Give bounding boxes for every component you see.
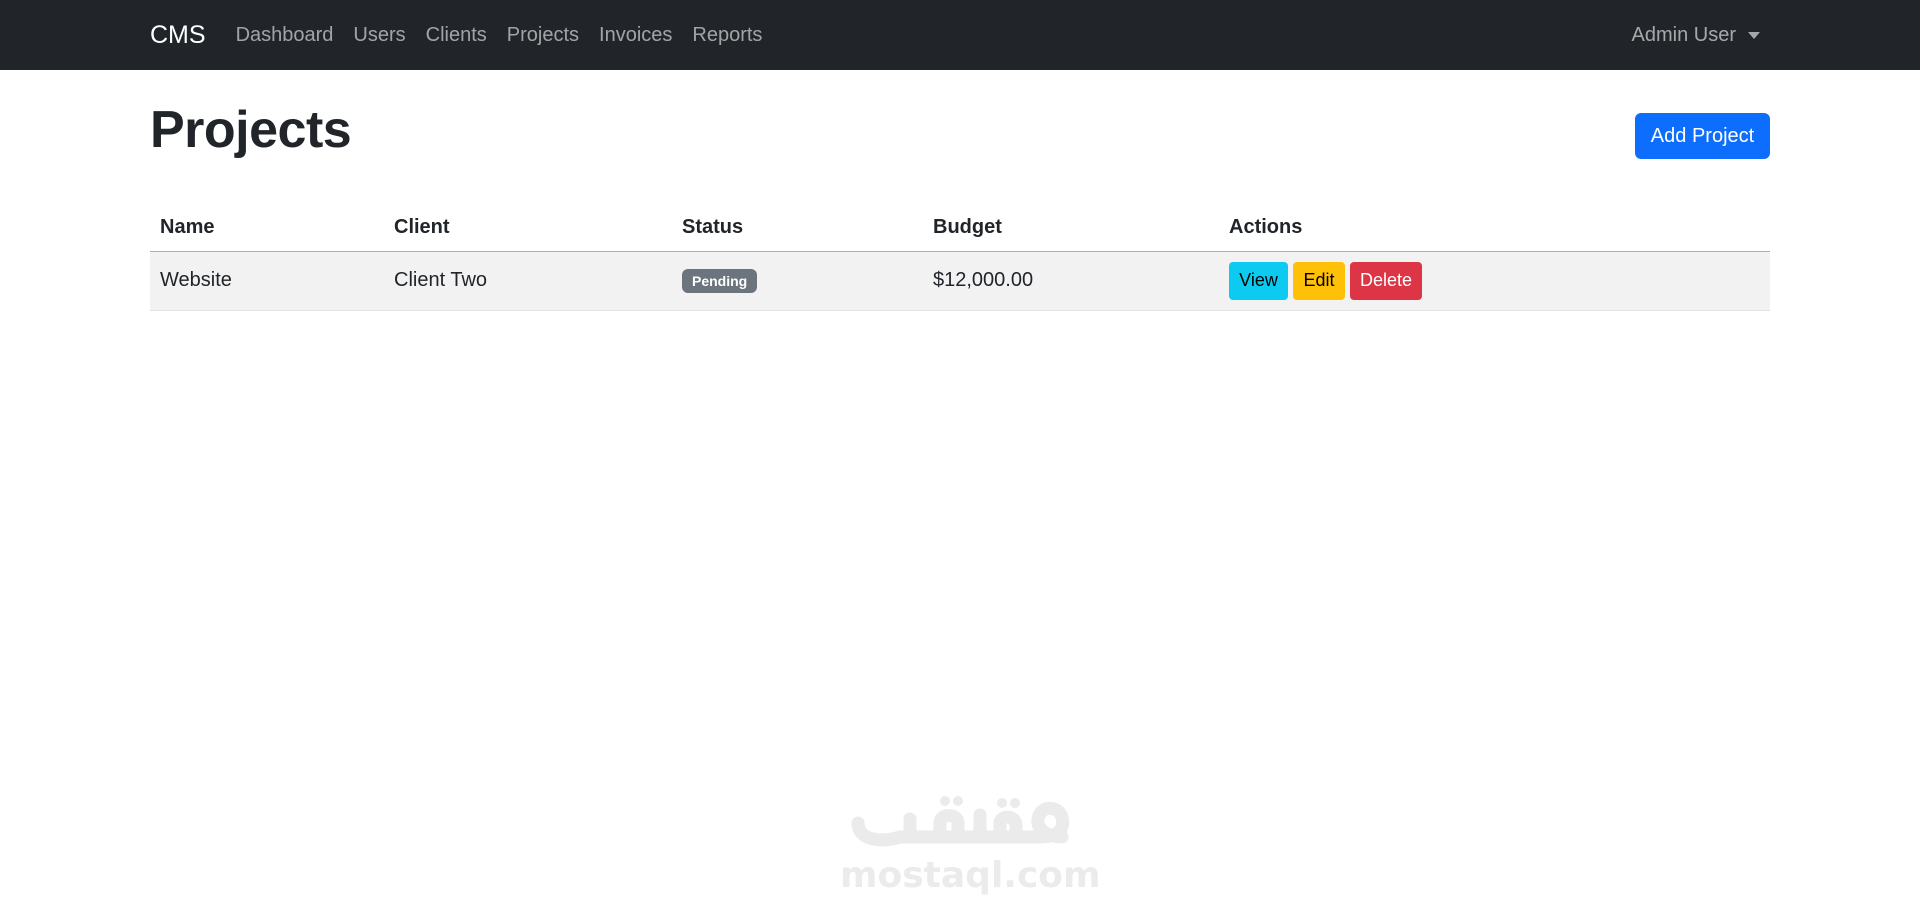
- user-dropdown[interactable]: Admin User: [1632, 24, 1760, 47]
- table-row: Website Client Two Pending $12,000.00 Vi…: [150, 251, 1770, 311]
- projects-table-container: Name Client Status Budget Actions Websit…: [150, 205, 1770, 311]
- nav-link-users[interactable]: Users: [353, 24, 405, 47]
- nav-link-dashboard[interactable]: Dashboard: [236, 24, 334, 47]
- nav-link-reports[interactable]: Reports: [692, 24, 762, 47]
- nav-link-clients[interactable]: Clients: [426, 24, 487, 47]
- header-actions: Actions: [1219, 205, 1770, 252]
- brand-link[interactable]: CMS: [150, 21, 206, 50]
- add-project-button[interactable]: Add Project: [1635, 113, 1770, 159]
- table-header: Name Client Status Budget Actions: [150, 205, 1770, 252]
- projects-table: Name Client Status Budget Actions Websit…: [150, 205, 1770, 311]
- cell-status: Pending: [672, 251, 923, 311]
- cell-actions: View Edit Delete: [1219, 251, 1770, 311]
- cell-name: Website: [150, 251, 384, 311]
- top-navbar: CMS Dashboard Users Clients Projects Inv…: [0, 0, 1920, 70]
- header-client: Client: [384, 205, 672, 252]
- mostaql-watermark: mostaql.com: [840, 785, 1101, 896]
- mostaql-logo: [851, 796, 1070, 847]
- row-actions: View Edit Delete: [1229, 261, 1760, 300]
- nav-link-invoices[interactable]: Invoices: [599, 24, 672, 47]
- nav-links: Dashboard Users Clients Projects Invoice…: [236, 24, 783, 47]
- edit-button[interactable]: Edit: [1293, 261, 1345, 300]
- header-status: Status: [672, 205, 923, 252]
- chevron-down-icon: [1748, 31, 1760, 39]
- delete-button[interactable]: Delete: [1350, 261, 1422, 300]
- nav-link-projects[interactable]: Projects: [507, 24, 579, 47]
- cell-budget: $12,000.00: [923, 251, 1219, 311]
- cell-client: Client Two: [384, 251, 672, 311]
- header-row: Name Client Status Budget Actions: [150, 205, 1770, 252]
- view-button[interactable]: View: [1229, 261, 1288, 300]
- header-budget: Budget: [923, 205, 1219, 252]
- user-name: Admin User: [1631, 23, 1736, 46]
- table-body: Website Client Two Pending $12,000.00 Vi…: [150, 251, 1770, 311]
- page-title: Projects: [150, 101, 352, 159]
- watermark-domain: mostaql.com: [840, 855, 1101, 896]
- header-name: Name: [150, 205, 384, 252]
- navbar-container: CMS Dashboard Users Clients Projects Inv…: [150, 0, 1770, 70]
- status-badge: Pending: [682, 268, 758, 293]
